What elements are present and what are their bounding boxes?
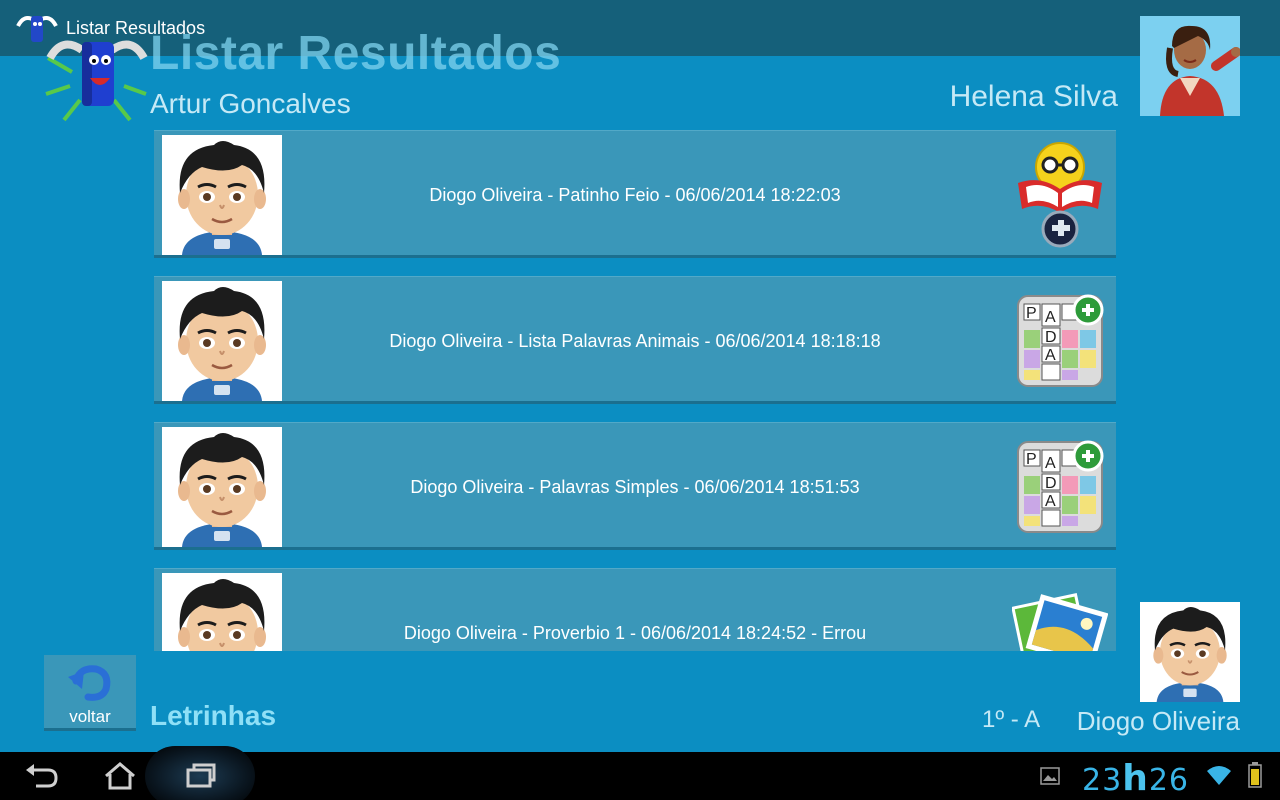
letrinhas-logo [45,40,148,122]
class-label: 1º - A [982,706,1041,733]
undo-arrow-icon [68,665,111,701]
result-row[interactable]: Diogo Oliveira - Patinho Feio - 06/06/20… [154,130,1116,258]
student-face-icon [1140,602,1240,702]
current-student-avatar[interactable] [1140,602,1240,702]
teacher-avatar[interactable] [1140,16,1240,116]
student-avatar [162,573,282,651]
back-button[interactable]: voltar [44,655,136,731]
word-list-test-icon [1012,431,1108,541]
student-face-icon [162,573,282,651]
app-name: Letrinhas [150,700,277,731]
student-face-icon [162,135,282,255]
wifi-icon [1207,766,1231,785]
result-row[interactable]: Diogo Oliveira - Proverbio 1 - 06/06/201… [154,568,1116,651]
page-title: Listar Resultados [150,27,562,80]
result-text: Diogo Oliveira - Proverbio 1 - 06/06/201… [403,623,867,643]
reading-test-icon [1018,142,1102,248]
teacher-portrait-icon [1140,16,1240,116]
result-text: Diogo Oliveira - Palavras Simples - 06/0… [410,477,860,497]
clock-separator: h [1122,758,1149,799]
student-face-icon [162,427,282,547]
clock-hours: 23 [1082,763,1123,798]
back-button-label: voltar [69,707,111,726]
student-name: Diogo Oliveira [1076,706,1240,736]
result-text: Diogo Oliveira - Lista Palavras Animais … [389,331,881,351]
recent-apps-nav-icon[interactable] [180,760,220,792]
student-face-icon [162,281,282,401]
back-nav-icon[interactable] [22,760,62,792]
clock-minutes: 26 [1148,763,1190,798]
student-avatar [162,281,282,401]
word-list-test-icon [1012,285,1108,395]
home-nav-icon[interactable] [100,760,140,792]
teacher-name: Helena Silva [949,80,1118,113]
system-navigation-bar: 23h26 [0,746,1280,800]
result-text: Diogo Oliveira - Patinho Feio - 06/06/20… [429,185,841,205]
student-avatar [162,135,282,255]
battery-icon [1248,762,1262,788]
image-test-icon [1012,593,1108,651]
result-row[interactable]: Diogo Oliveira - Palavras Simples - 06/0… [154,422,1116,550]
status-clock: 23h26 [1082,758,1189,799]
gallery-notification-icon[interactable] [1040,766,1060,786]
page-subtitle: Artur Goncalves [150,88,351,119]
result-row[interactable]: Diogo Oliveira - Lista Palavras Animais … [154,276,1116,404]
results-list[interactable]: Diogo Oliveira - Patinho Feio - 06/06/20… [154,130,1116,651]
student-avatar [162,427,282,547]
